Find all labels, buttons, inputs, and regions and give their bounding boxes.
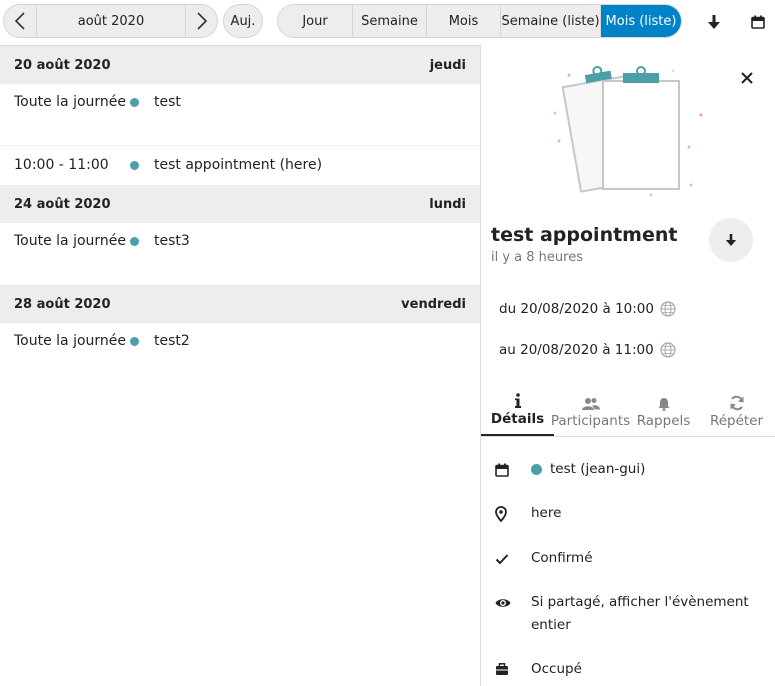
list-item[interactable]: 10:00 - 11:00 test appointment (here) bbox=[0, 146, 480, 185]
day-date: 20 août 2020 bbox=[14, 57, 111, 73]
view-switcher: Jour Semaine Mois Semaine (liste) Mois (… bbox=[277, 4, 682, 38]
day-weekday: lundi bbox=[429, 196, 466, 212]
tab-label: Participants bbox=[550, 413, 631, 429]
calendar-icon bbox=[495, 463, 509, 477]
end-date[interactable]: au 20/08/2020 à 11:00 bbox=[499, 342, 676, 358]
view-month-button[interactable]: Mois bbox=[426, 5, 500, 37]
event-time: Toute la journée bbox=[14, 94, 127, 110]
tab-label: Détails bbox=[490, 411, 545, 427]
list-item[interactable]: Toute la journée test3 bbox=[0, 223, 480, 285]
view-week-button[interactable]: Semaine bbox=[352, 5, 426, 37]
view-day-button[interactable]: Jour bbox=[278, 5, 352, 37]
status-text: Confirmé bbox=[531, 550, 593, 566]
day-weekday: jeudi bbox=[429, 57, 466, 73]
calendar-picker-button[interactable] bbox=[746, 10, 770, 34]
clipboard-illustration bbox=[553, 65, 703, 197]
briefcase-icon bbox=[496, 663, 508, 675]
sidebar-tabs: Détails Participants Rappels Répéter bbox=[481, 389, 775, 437]
calendar-color-dot bbox=[130, 98, 139, 107]
date-navigation: août 2020 bbox=[3, 4, 218, 38]
tab-details[interactable]: Détails bbox=[481, 389, 554, 436]
globe-icon bbox=[660, 301, 676, 317]
next-button[interactable] bbox=[185, 5, 217, 37]
event-title: test bbox=[154, 94, 181, 110]
event-time: 10:00 - 11:00 bbox=[14, 157, 109, 173]
calendar-color-dot bbox=[130, 161, 139, 170]
list-item[interactable]: Toute la journée test bbox=[0, 84, 480, 146]
view-month-list-button[interactable]: Mois (liste) bbox=[600, 5, 681, 37]
globe-icon bbox=[660, 342, 676, 358]
tab-label: Répéter bbox=[709, 413, 764, 429]
calendar-name: test (jean-gui) bbox=[550, 461, 646, 477]
close-icon bbox=[741, 72, 753, 84]
event-time: Toute la journée bbox=[14, 233, 127, 249]
tab-reminders[interactable]: Rappels bbox=[627, 389, 700, 436]
download-icon bbox=[708, 15, 720, 29]
chevron-left-icon bbox=[14, 12, 25, 30]
tab-participants[interactable]: Participants bbox=[550, 389, 631, 436]
day-header: 20 août 2020 jeudi bbox=[0, 46, 480, 84]
event-title: test2 bbox=[154, 333, 190, 349]
visibility-text: Si partagé, afficher l'évènement entier bbox=[531, 594, 749, 633]
previous-button[interactable] bbox=[4, 5, 36, 37]
tab-repeat[interactable]: Répéter bbox=[700, 389, 773, 436]
calendar-row[interactable]: test (jean-gui) bbox=[495, 458, 765, 481]
view-week-list-button[interactable]: Semaine (liste) bbox=[500, 5, 600, 37]
location-text: here bbox=[531, 505, 562, 521]
event-title: test3 bbox=[154, 233, 190, 249]
calendar-color-dot bbox=[531, 464, 542, 475]
event-list: 20 août 2020 jeudi Toute la journée test… bbox=[0, 45, 480, 686]
event-details-sidebar: test appointment il y a 8 heures du 20/0… bbox=[480, 45, 775, 686]
availability-row[interactable]: Occupé bbox=[495, 658, 765, 681]
today-button[interactable]: Auj. bbox=[223, 4, 263, 38]
chevron-right-icon bbox=[196, 12, 207, 30]
event-modified-time: il y a 8 heures bbox=[491, 250, 583, 265]
day-weekday: vendredi bbox=[401, 296, 466, 312]
info-icon bbox=[514, 393, 521, 408]
day-header: 28 août 2020 vendredi bbox=[0, 285, 480, 323]
start-date[interactable]: du 20/08/2020 à 10:00 bbox=[499, 301, 676, 317]
toolbar: août 2020 Auj. Jour Semaine Mois Semaine… bbox=[0, 0, 775, 44]
calendar-color-dot bbox=[130, 237, 139, 246]
status-row[interactable]: Confirmé bbox=[495, 547, 765, 570]
eye-icon bbox=[495, 598, 511, 607]
download-event-button[interactable] bbox=[709, 218, 753, 262]
location-row[interactable]: here bbox=[495, 502, 765, 525]
event-title: test appointment bbox=[491, 224, 678, 246]
end-date-text: au 20/08/2020 à 11:00 bbox=[499, 342, 654, 358]
people-icon bbox=[581, 398, 600, 410]
close-button[interactable] bbox=[736, 67, 758, 89]
repeat-icon bbox=[730, 395, 743, 411]
day-header: 24 août 2020 lundi bbox=[0, 185, 480, 223]
check-icon bbox=[495, 553, 509, 564]
calendar-color-dot bbox=[130, 337, 139, 346]
event-title: test appointment (here) bbox=[154, 157, 323, 173]
visibility-row[interactable]: Si partagé, afficher l'évènement entier bbox=[495, 591, 765, 637]
location-pin-icon bbox=[495, 505, 507, 522]
day-date: 28 août 2020 bbox=[14, 296, 111, 312]
tab-label: Rappels bbox=[636, 413, 691, 429]
availability-text: Occupé bbox=[531, 661, 582, 677]
calendar-icon bbox=[751, 15, 765, 29]
month-picker[interactable]: août 2020 bbox=[36, 5, 185, 37]
download-button[interactable] bbox=[702, 10, 726, 34]
day-date: 24 août 2020 bbox=[14, 196, 111, 212]
start-date-text: du 20/08/2020 à 10:00 bbox=[499, 301, 654, 317]
bell-icon bbox=[658, 398, 669, 411]
event-time: Toute la journée bbox=[14, 333, 127, 349]
download-icon bbox=[725, 234, 737, 246]
list-item[interactable]: Toute la journée test2 bbox=[0, 323, 480, 385]
